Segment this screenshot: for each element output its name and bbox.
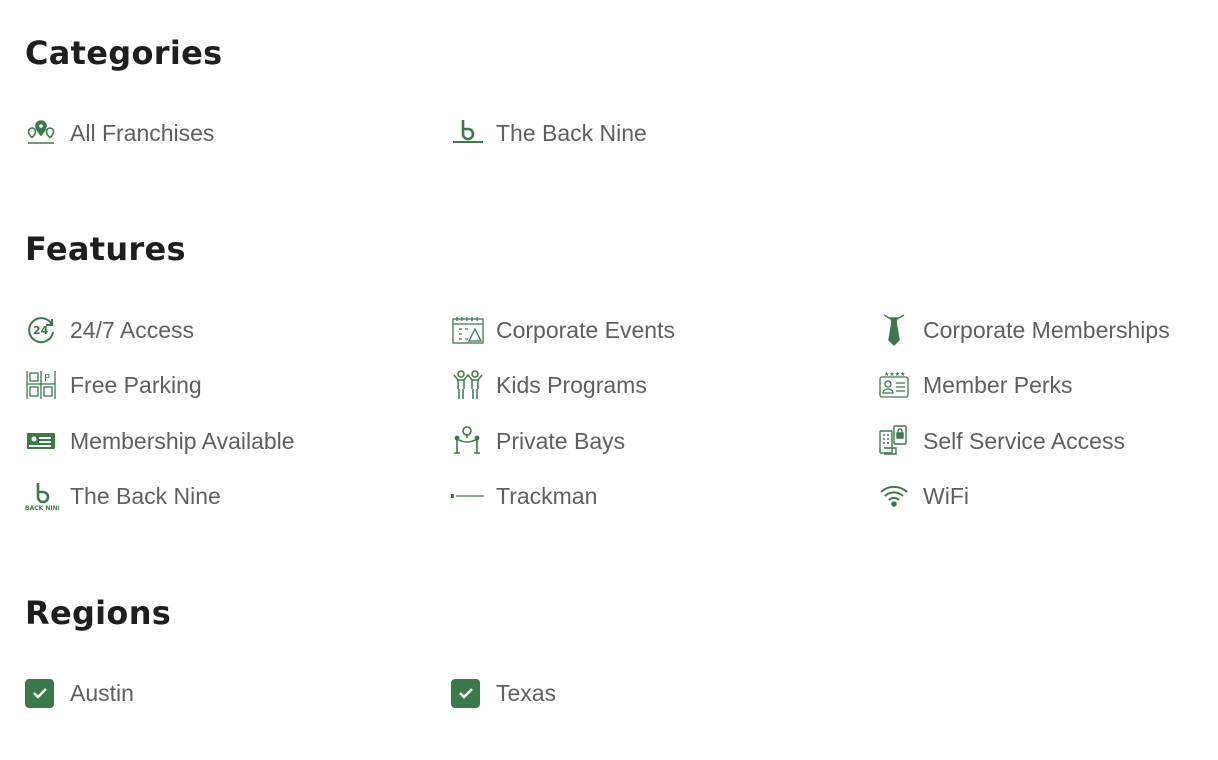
region-label: Austin xyxy=(70,679,134,706)
kids-icon xyxy=(451,368,485,402)
membership-card-icon xyxy=(25,424,59,458)
feature-24-7-access[interactable]: 24 24/7 Access xyxy=(25,310,194,350)
map-pins-icon xyxy=(25,116,59,150)
regions-section: Regions Austin Texas xyxy=(25,593,1205,708)
feature-label: WiFi xyxy=(923,482,969,509)
features-section: Features 24 24/7 Access Corporate Events… xyxy=(25,229,1205,511)
keypad-access-icon xyxy=(878,424,912,458)
regions-heading: Regions xyxy=(25,594,172,632)
feature-wifi[interactable]: WiFi xyxy=(878,476,969,516)
necktie-icon xyxy=(878,313,912,347)
feature-membership-available[interactable]: Membership Available xyxy=(25,421,295,461)
feature-private-bays[interactable]: Private Bays xyxy=(451,421,625,461)
feature-label: The Back Nine xyxy=(70,482,221,509)
region-austin[interactable]: Austin xyxy=(25,673,134,713)
24-hour-icon: 24 xyxy=(25,313,59,347)
category-all-franchises[interactable]: All Franchises xyxy=(25,113,214,153)
feature-label: Member Perks xyxy=(923,371,1073,398)
back-nine-logo-icon xyxy=(451,116,485,150)
parking-icon: P xyxy=(25,368,59,402)
svg-text:P: P xyxy=(44,373,50,384)
feature-label: Self Service Access xyxy=(923,427,1125,454)
private-bay-icon xyxy=(451,424,485,458)
feature-label: Membership Available xyxy=(70,427,295,454)
categories-heading: Categories xyxy=(25,34,223,72)
wifi-icon xyxy=(878,479,912,513)
feature-label: Corporate Memberships xyxy=(923,316,1170,343)
trackman-logo-icon xyxy=(451,479,485,513)
svg-text:★★★★: ★★★★ xyxy=(884,371,906,378)
feature-trackman[interactable]: Trackman xyxy=(451,476,597,516)
calendar-event-icon xyxy=(451,313,485,347)
feature-label: Free Parking xyxy=(70,371,202,398)
category-the-back-nine[interactable]: The Back Nine xyxy=(451,113,647,153)
feature-kids-programs[interactable]: Kids Programs xyxy=(451,365,647,405)
feature-corporate-events[interactable]: Corporate Events xyxy=(451,310,675,350)
feature-label: Kids Programs xyxy=(496,371,647,398)
category-label: The Back Nine xyxy=(496,119,647,146)
feature-self-service-access[interactable]: Self Service Access xyxy=(878,421,1125,461)
feature-label: Private Bays xyxy=(496,427,626,454)
categories-section: Categories All Franchises The Back Nine xyxy=(25,33,1205,146)
svg-text:24: 24 xyxy=(33,324,49,337)
feature-corporate-memberships[interactable]: Corporate Memberships xyxy=(878,310,1170,350)
member-card-icon: ★★★★ xyxy=(878,368,912,402)
region-label: Texas xyxy=(496,679,557,706)
feature-the-back-nine[interactable]: BACK NINE The Back Nine xyxy=(25,476,221,516)
svg-text:BACK NINE: BACK NINE xyxy=(25,505,59,511)
region-texas[interactable]: Texas xyxy=(451,673,556,713)
features-heading: Features xyxy=(25,230,186,268)
checkbox-checked-icon[interactable] xyxy=(451,678,480,708)
feature-free-parking[interactable]: P Free Parking xyxy=(25,365,202,405)
back-nine-logo-icon: BACK NINE xyxy=(25,479,59,513)
category-label: All Franchises xyxy=(70,119,215,146)
checkbox-checked-icon[interactable] xyxy=(25,678,54,708)
feature-member-perks[interactable]: ★★★★ Member Perks xyxy=(878,365,1073,405)
feature-label: Trackman xyxy=(496,482,598,509)
feature-label: 24/7 Access xyxy=(70,316,195,343)
feature-label: Corporate Events xyxy=(496,316,675,343)
